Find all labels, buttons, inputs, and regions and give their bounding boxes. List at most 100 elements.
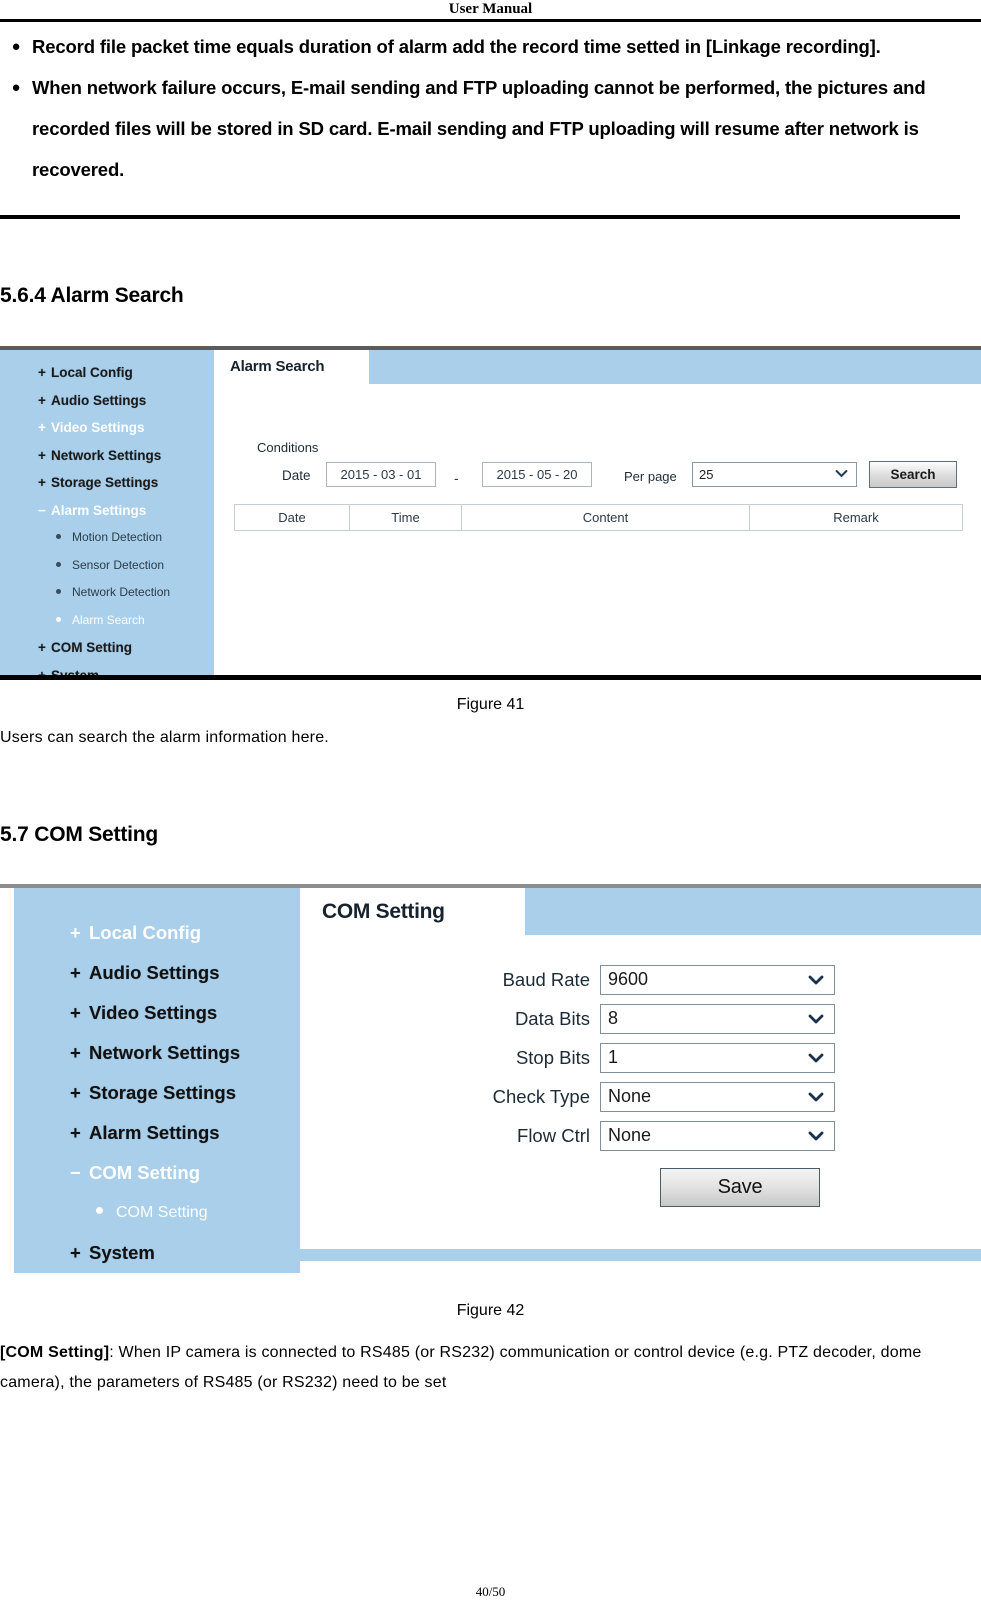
table-header-content: Content xyxy=(462,505,750,530)
baud-rate-label: Baud Rate xyxy=(502,969,590,990)
bullet-dot-icon xyxy=(56,589,61,594)
tab-com-setting[interactable]: COM Setting xyxy=(300,888,525,935)
check-type-select[interactable]: None xyxy=(600,1082,835,1112)
bullet-dot-icon xyxy=(56,534,61,539)
sidebar-item-com-setting[interactable]: + COM Setting xyxy=(0,634,200,662)
sidebar-item-system[interactable]: + System xyxy=(14,1233,300,1273)
table-header-date: Date xyxy=(235,505,350,530)
sidebar-item-network-settings[interactable]: + Network Settings xyxy=(14,1033,300,1073)
sidebar-item-local-config[interactable]: + Local Config xyxy=(14,913,300,953)
alarm-results-table: Date Time Content Remark xyxy=(234,504,963,531)
stop-bits-select[interactable]: 1 xyxy=(600,1043,835,1073)
expand-plus-icon: + xyxy=(70,1042,81,1063)
date-from-input[interactable]: 2015 - 03 - 01 xyxy=(326,462,436,487)
sidebar-item-com-setting-child[interactable]: COM Setting xyxy=(14,1193,300,1233)
figure-42-caption: Figure 42 xyxy=(456,1302,525,1319)
bullet-dot-icon: ● xyxy=(11,38,21,55)
list-item-text: When network failure occurs, E-mail send… xyxy=(32,77,926,180)
sidebar-item-local-config[interactable]: + Local Config xyxy=(0,359,200,387)
flow-ctrl-value: None xyxy=(608,1125,652,1145)
sidebar-item-label: COM Setting xyxy=(51,640,132,655)
data-bits-value: 8 xyxy=(608,1008,619,1028)
page-header: User Manual xyxy=(0,0,981,22)
baud-rate-value: 9600 xyxy=(608,969,649,989)
bullet-dot-icon: ● xyxy=(11,79,21,96)
sidebar-item-label: Audio Settings xyxy=(89,962,220,983)
sidebar-item-audio-settings[interactable]: + Audio Settings xyxy=(14,953,300,993)
expand-plus-icon: + xyxy=(70,1122,81,1143)
com-setting-term: [COM Setting] xyxy=(0,1344,110,1361)
search-button[interactable]: Search xyxy=(869,461,957,488)
sidebar-item-label: COM Setting xyxy=(116,1204,208,1221)
sidebar-item-label: Audio Settings xyxy=(51,392,147,408)
sidebar-item-label: Network Settings xyxy=(51,447,162,463)
expand-plus-icon: + xyxy=(38,392,46,408)
check-type-label: Check Type xyxy=(492,1086,590,1107)
sidebar-item-storage-settings[interactable]: + Storage Settings xyxy=(0,469,200,497)
sidebar-item-system[interactable]: + System xyxy=(0,662,200,676)
bullet-dot-icon xyxy=(56,616,61,622)
sidebar-item-alarm-settings[interactable]: − Alarm Settings xyxy=(0,497,200,525)
sidebar-item-label: System xyxy=(89,1242,155,1263)
sidebar-item-label: Local Config xyxy=(89,922,202,943)
chevron-down-icon xyxy=(808,1092,824,1102)
sidebar-item-label: Motion Detection xyxy=(72,530,163,544)
expand-plus-icon: + xyxy=(70,1082,81,1103)
sidebar-item-com-setting[interactable]: − COM Setting xyxy=(14,1153,300,1193)
sidebar-item-sensor-detection[interactable]: Sensor Detection xyxy=(0,552,200,580)
sidebar-item-audio-settings[interactable]: + Audio Settings xyxy=(0,387,200,415)
sidebar-item-label: COM Setting xyxy=(89,1162,200,1183)
baud-rate-select[interactable]: 9600 xyxy=(600,965,835,995)
expand-plus-icon: + xyxy=(38,447,46,463)
sidebar-item-motion-detection[interactable]: Motion Detection xyxy=(0,524,200,552)
form-row-flow-ctrl: Flow Ctrl None xyxy=(300,1121,981,1151)
figure-alarm-search: + Local Config + Audio Settings + Video Set… xyxy=(0,346,981,680)
figure-41-description: Users can search the alarm information h… xyxy=(0,729,329,746)
sidebar-item-video-settings[interactable]: + Video Settings xyxy=(14,993,300,1033)
table-header-time: Time xyxy=(350,505,462,530)
list-item: ● When network failure occurs, E-mail se… xyxy=(0,67,981,190)
sidebar-navigation: + Local Config + Audio Settings + Video Set… xyxy=(14,888,300,1273)
expand-plus-icon: + xyxy=(38,640,46,655)
sidebar-item-label: Alarm Search xyxy=(72,612,145,627)
data-bits-select[interactable]: 8 xyxy=(600,1004,835,1034)
expand-plus-icon: + xyxy=(38,667,46,676)
sidebar-item-storage-settings[interactable]: + Storage Settings xyxy=(14,1073,300,1113)
expand-plus-icon: + xyxy=(70,1002,81,1023)
sidebar-item-label: Sensor Detection xyxy=(72,557,165,572)
sidebar-navigation: + Local Config + Audio Settings + Video Set… xyxy=(0,350,200,675)
chevron-down-icon xyxy=(808,1053,824,1063)
sidebar-item-alarm-settings[interactable]: + Alarm Settings xyxy=(14,1113,300,1153)
sidebar-item-network-detection[interactable]: Network Detection xyxy=(0,579,200,607)
chevron-down-icon xyxy=(808,1014,824,1024)
sidebar-item-network-settings[interactable]: + Network Settings xyxy=(0,442,200,470)
chevron-down-icon xyxy=(808,1131,824,1141)
per-page-select[interactable]: 25 xyxy=(692,462,857,487)
sidebar-item-label: Video Settings xyxy=(51,420,145,435)
flow-ctrl-select[interactable]: None xyxy=(600,1121,835,1151)
tab-alarm-search[interactable]: Alarm Search xyxy=(214,350,369,384)
expand-plus-icon: + xyxy=(38,420,46,435)
stop-bits-value: 1 xyxy=(608,1047,619,1067)
com-setting-screenshot: + Local Config + Audio Settings + Video Set… xyxy=(0,888,981,1273)
sidebar-item-alarm-search[interactable]: Alarm Search xyxy=(0,607,200,635)
date-to-input[interactable]: 2015 - 05 - 20 xyxy=(482,462,592,487)
bullet-dot-icon xyxy=(56,561,61,567)
flow-ctrl-label: Flow Ctrl xyxy=(517,1125,590,1146)
sidebar-item-label: Network Detection xyxy=(72,585,171,599)
check-type-value: None xyxy=(608,1086,652,1106)
page-title: User Manual xyxy=(448,1,533,17)
figure-bottom-border xyxy=(0,675,981,680)
save-button[interactable]: Save xyxy=(660,1168,820,1207)
table-header-remark: Remark xyxy=(833,510,879,525)
content-pane: Alarm Search Conditions Date 2015 - 03 -… xyxy=(200,350,981,675)
form-row-data-bits: Data Bits 8 xyxy=(300,1004,981,1034)
section-heading-alarm-search: 5.6.4 Alarm Search xyxy=(0,284,184,307)
sidebar-item-label: System xyxy=(51,667,100,676)
sidebar-item-video-settings[interactable]: + Video Settings xyxy=(0,414,200,442)
sidebar-item-label: Alarm Settings xyxy=(51,502,147,518)
form-row-stop-bits: Stop Bits 1 xyxy=(300,1043,981,1073)
figure-com-setting: + Local Config + Audio Settings + Video Set… xyxy=(0,884,981,1273)
expand-plus-icon: + xyxy=(70,1242,81,1263)
per-page-value: 25 xyxy=(699,467,714,482)
